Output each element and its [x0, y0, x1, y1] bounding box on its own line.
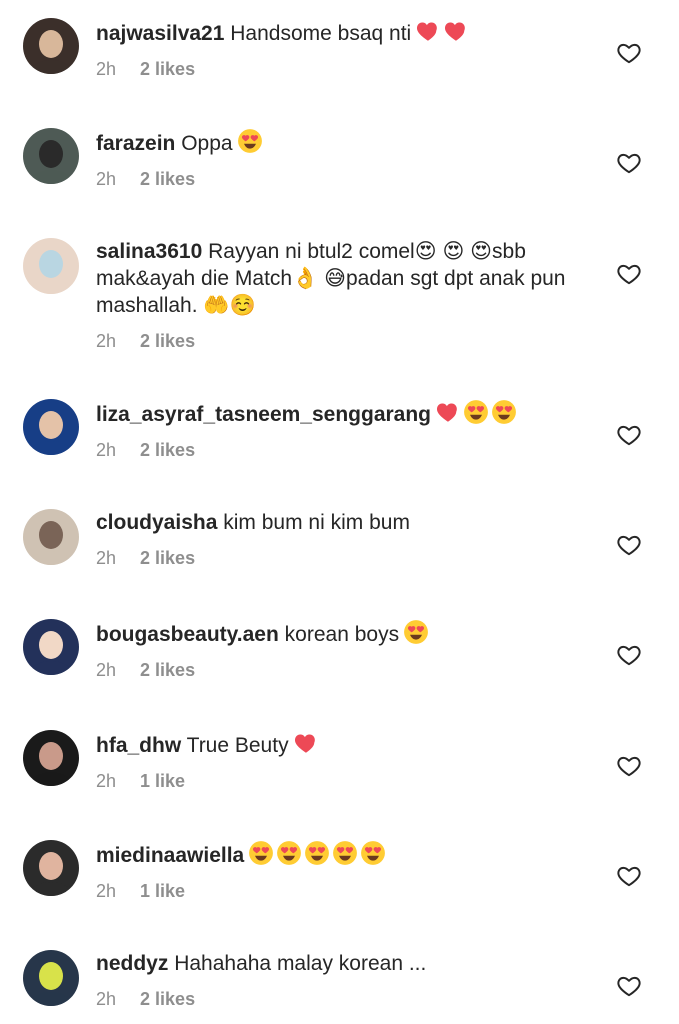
emoji-row	[293, 730, 319, 756]
heart-eyes-emoji-icon	[332, 840, 358, 866]
likes-count-link[interactable]: 2 likes	[140, 548, 195, 569]
username-link[interactable]: bougasbeauty.aen	[96, 623, 279, 646]
likes-count-link[interactable]: 2 likes	[140, 660, 195, 681]
avatar[interactable]	[23, 619, 79, 675]
comment-meta: 2h 1 like	[96, 881, 586, 902]
comment-body: cloudyaisha kim bum ni kim bum 2h 2 likes	[96, 509, 586, 569]
likes-count-link[interactable]: 1 like	[140, 881, 185, 902]
heart-outline-icon[interactable]	[616, 422, 642, 448]
comment-body: hfa_dhw True Beuty 2h 1 like	[96, 730, 586, 792]
avatar[interactable]	[23, 238, 79, 294]
username-link[interactable]: najwasilva21	[96, 22, 224, 45]
heart-eyes-emoji-icon	[237, 128, 263, 154]
comment-message: korean boys	[284, 623, 400, 646]
username-link[interactable]: liza_asyraf_tasneem_senggarang	[96, 403, 431, 426]
timestamp: 2h	[96, 881, 117, 901]
avatar[interactable]	[23, 509, 79, 565]
timestamp: 2h	[96, 989, 117, 1009]
comment-meta: 2h 2 likes	[96, 59, 586, 80]
heart-outline-icon[interactable]	[616, 532, 642, 558]
emoji-row	[435, 399, 517, 425]
comment-text: najwasilva21 Handsome bsaq nti	[96, 18, 586, 47]
comment-text: farazein Oppa	[96, 128, 586, 157]
heart-eyes-emoji-icon	[248, 840, 274, 866]
timestamp: 2h	[96, 59, 117, 79]
heart-outline-icon[interactable]	[616, 863, 642, 889]
avatar[interactable]	[23, 18, 79, 74]
avatar[interactable]	[23, 730, 79, 786]
heart-outline-icon[interactable]	[616, 642, 642, 668]
username-link[interactable]: neddyz	[96, 952, 168, 975]
comment-message: kim bum ni kim bum	[223, 511, 410, 534]
comment-text: neddyz Hahahaha malay korean ...	[96, 950, 586, 977]
comment-body: najwasilva21 Handsome bsaq nti 2h 2 likes	[96, 18, 586, 80]
heart-outline-icon[interactable]	[616, 150, 642, 176]
timestamp: 2h	[96, 169, 117, 189]
comment-meta: 2h 2 likes	[96, 548, 586, 569]
likes-count-link[interactable]: 2 likes	[140, 169, 195, 190]
heart-eyes-emoji-icon	[304, 840, 330, 866]
comment-meta: 2h 2 likes	[96, 660, 586, 681]
emoji-row	[248, 840, 386, 866]
avatar[interactable]	[23, 950, 79, 1006]
heart-outline-icon[interactable]	[616, 973, 642, 999]
likes-count-link[interactable]: 2 likes	[140, 989, 195, 1010]
comment-message: Oppa	[181, 132, 233, 155]
heart-eyes-emoji-icon	[491, 399, 517, 425]
emoji-row	[415, 18, 469, 44]
comment-body: bougasbeauty.aen korean boys 2h 2 likes	[96, 619, 586, 681]
heart-outline-icon[interactable]	[616, 40, 642, 66]
username-link[interactable]: hfa_dhw	[96, 734, 181, 757]
heart-outline-icon[interactable]	[616, 261, 642, 287]
comment-body: liza_asyraf_tasneem_senggarang 2h 2 likes	[96, 399, 586, 461]
likes-count-link[interactable]: 2 likes	[140, 440, 195, 461]
comment-message: True Beuty	[186, 734, 289, 757]
heart-eyes-emoji-icon	[276, 840, 302, 866]
heart-eyes-emoji-icon	[463, 399, 489, 425]
emoji-row	[237, 128, 263, 154]
comment-meta: 2h 2 likes	[96, 440, 586, 461]
comment-message: Handsome bsaq nti	[230, 22, 412, 45]
comments-list: najwasilva21 Handsome bsaq nti 2h 2 likes f…	[0, 0, 679, 1024]
comment-meta: 2h 2 likes	[96, 331, 586, 352]
red-heart-emoji-icon	[435, 399, 461, 425]
likes-count-link[interactable]: 2 likes	[140, 59, 195, 80]
timestamp: 2h	[96, 331, 117, 351]
comment-message: Hahahaha malay korean ...	[174, 952, 427, 975]
avatar[interactable]	[23, 399, 79, 455]
likes-count-link[interactable]: 1 like	[140, 771, 185, 792]
comment-body: miedinaawiella 2h 1 like	[96, 840, 586, 902]
timestamp: 2h	[96, 660, 117, 680]
comment-text: salina3610 Rayyan ni btul2 comel😍 😍 😍sbb…	[96, 238, 586, 319]
heart-eyes-emoji-icon	[403, 619, 429, 645]
red-heart-emoji-icon	[415, 18, 441, 44]
comment-text: cloudyaisha kim bum ni kim bum	[96, 509, 586, 536]
comment-meta: 2h 2 likes	[96, 989, 586, 1010]
comment-text: bougasbeauty.aen korean boys	[96, 619, 586, 648]
comment-text: liza_asyraf_tasneem_senggarang	[96, 399, 586, 428]
timestamp: 2h	[96, 440, 117, 460]
heart-outline-icon[interactable]	[616, 753, 642, 779]
emoji-row	[403, 619, 429, 645]
comment-meta: 2h 1 like	[96, 771, 586, 792]
comment-body: farazein Oppa 2h 2 likes	[96, 128, 586, 190]
comment-body: neddyz Hahahaha malay korean ... 2h 2 like…	[96, 950, 586, 1010]
username-link[interactable]: salina3610	[96, 240, 202, 263]
comment-meta: 2h 2 likes	[96, 169, 586, 190]
avatar[interactable]	[23, 840, 79, 896]
timestamp: 2h	[96, 548, 117, 568]
comment-text: hfa_dhw True Beuty	[96, 730, 586, 759]
timestamp: 2h	[96, 771, 117, 791]
comment-text: miedinaawiella	[96, 840, 586, 869]
heart-eyes-emoji-icon	[360, 840, 386, 866]
username-link[interactable]: cloudyaisha	[96, 511, 217, 534]
username-link[interactable]: farazein	[96, 132, 175, 155]
red-heart-emoji-icon	[293, 730, 319, 756]
comment-body: salina3610 Rayyan ni btul2 comel😍 😍 😍sbb…	[96, 238, 586, 352]
username-link[interactable]: miedinaawiella	[96, 844, 244, 867]
avatar[interactable]	[23, 128, 79, 184]
red-heart-emoji-icon	[443, 18, 469, 44]
likes-count-link[interactable]: 2 likes	[140, 331, 195, 352]
